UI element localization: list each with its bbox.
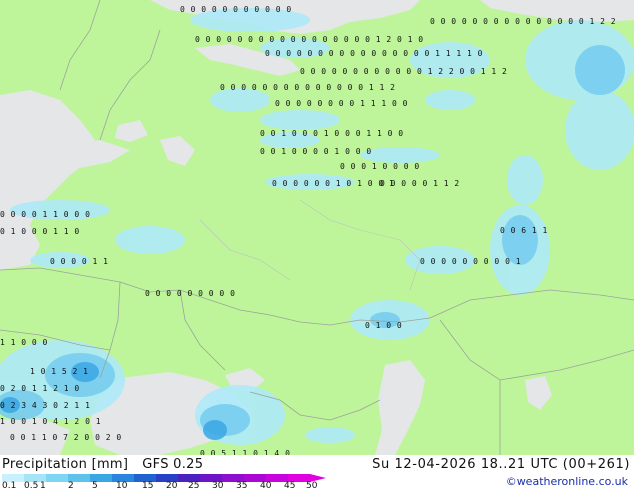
forecast-datetime: Su 12-04-2026 18..21 UTC (00+261)	[372, 457, 630, 472]
precip-value-row: 1 0 1 5 2 1	[30, 367, 89, 376]
precip-value-row: 0 0 0 0 0 0 0 0 0	[145, 289, 236, 298]
precip-value-row: 0 2 0 1 1 2 1 0	[0, 384, 80, 393]
precip-value-row: 0 0 0 0 0 0 0 0 0 0 0 0 1 2 2 0 0 1 1 2	[300, 67, 508, 76]
precip-value-row: 0 0 1 1 0 7 2 0 0 2 0	[10, 433, 122, 442]
precip-value-row: 0 0 0 0 1 1 0 0 0	[0, 210, 91, 219]
baltic-sea	[0, 90, 95, 270]
caspian-sea	[375, 360, 425, 455]
precip-value-row: 0 0 0 0 0 0 0 0 0 0 0 0 0 0 0 0 1 1 1 1 …	[265, 49, 483, 58]
precip-value-row: 0 0 0 0 1 1	[50, 257, 109, 266]
aral-sea	[525, 376, 552, 410]
ladoga-lake	[115, 120, 148, 142]
precip-value-row: 1 0 0 1 0 4 1 2 0 1	[0, 417, 102, 426]
credit-link[interactable]: ©weatheronline.co.uk	[506, 475, 628, 488]
map-footer: Precipitation [mm] GFS 0.25 Su 12-04-2026…	[0, 455, 634, 491]
onega-lake	[160, 136, 195, 166]
precip-value-row: 0 0 0 0 0 0 0 0 0 0 0	[180, 5, 292, 14]
precip-value-row: 0 0 1 0 0 0 0 1 0 0 0	[260, 147, 372, 156]
precip-value-row: 0 0 0 0 0 0 0 0 0 0 0 0 0 0 1 1 2	[220, 83, 396, 92]
precip-value-row: 0 0 0 0 0 0 0 0 1 1 1 0 0	[275, 99, 408, 108]
precip-value-row: 0 0 0 0 0 0 0 0 0 0 0 0 0 0 0 0 0 1 2 0 …	[195, 35, 424, 44]
precip-value-row: 0 0 0 0 0 0 1 0 1 0 0 1	[272, 179, 395, 188]
precip-value-row: 0 0 0 0 0 0 0 0 0 0 0 0 0 0 0 1 2 2	[430, 17, 617, 26]
precip-value-row: 0 1 0 0	[365, 321, 403, 330]
map-title: Precipitation [mm] GFS 0.25	[2, 457, 217, 472]
precip-value-row: 0 1 0 0 0 1 1 0	[0, 227, 80, 236]
precipitation-map: 0 0 0 0 0 0 0 0 0 0 0 0 0 0 0 0 0 0 0 0 0…	[0, 0, 634, 455]
precip-value-row: 0 0 1 0 0 0 1 0 0 0 1 1 0 0	[260, 129, 404, 138]
title-label: Precipitation [mm]	[2, 457, 129, 472]
precip-value-row: 0 2 3 4 3 0 2 1 1	[0, 401, 91, 410]
precip-value-row: 1 1 0 0 0	[0, 338, 48, 347]
precip-value-row: 0 0 0 1 0 0 0 0	[340, 162, 420, 171]
precip-value-row: 0 0 6 1 1	[500, 226, 548, 235]
model-label: GFS 0.25	[142, 457, 204, 472]
precip-value-row: 0 0 0 0 0 0 0 0 0 1	[420, 257, 522, 266]
